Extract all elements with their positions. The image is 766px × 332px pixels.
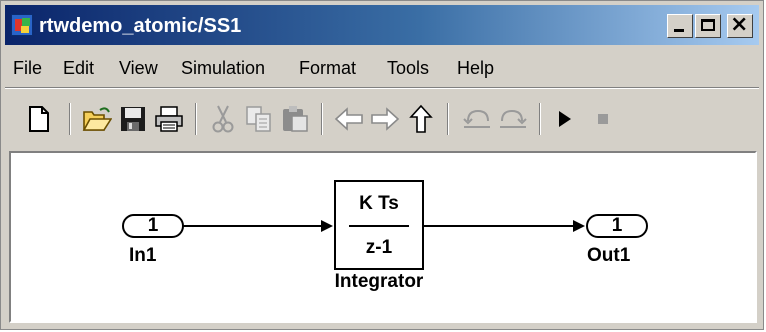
copy-icon: [246, 106, 271, 132]
paste-button[interactable]: [275, 99, 315, 139]
close-icon: ×: [730, 12, 749, 37]
menu-view[interactable]: View: [119, 57, 158, 79]
title-bar[interactable]: rtwdemo_atomic/SS1 ×: [5, 5, 759, 45]
outport-label: Out1: [587, 245, 631, 266]
menu-tools[interactable]: Tools: [387, 57, 429, 79]
integrator-label: Integrator: [334, 271, 424, 292]
copy-button[interactable]: [239, 99, 279, 139]
run-icon: [559, 111, 571, 127]
up-icon: [409, 104, 433, 133]
save-button[interactable]: [113, 99, 153, 139]
cut-icon: [212, 105, 234, 133]
toolbar: [5, 91, 759, 147]
diagram-canvas[interactable]: 1 In1 K Ts z-1 Integrator 1 Out1: [9, 151, 757, 323]
undo-icon: [463, 109, 490, 128]
undo-button[interactable]: [457, 99, 497, 139]
integrator-denominator: z-1: [365, 237, 393, 258]
inport-number: 1: [147, 215, 159, 236]
toolbar-separator: [195, 103, 197, 135]
print-icon: [155, 106, 183, 132]
toolbar-separator: [447, 103, 449, 135]
cut-button[interactable]: [203, 99, 243, 139]
menu-toolbar-divider: [5, 87, 759, 89]
back-button[interactable]: [329, 99, 369, 139]
menu-edit[interactable]: Edit: [63, 57, 94, 79]
print-button[interactable]: [149, 99, 189, 139]
minimize-icon: [674, 29, 684, 32]
paste-icon: [283, 106, 308, 132]
menu-simulation[interactable]: Simulation: [181, 57, 265, 79]
menu-bar: File Edit View Simulation Format Tools H…: [5, 47, 759, 87]
open-icon: [82, 107, 112, 131]
maximize-icon: [701, 19, 715, 31]
minimize-button[interactable]: [667, 14, 693, 38]
menu-file[interactable]: File: [13, 57, 42, 79]
app-window: rtwdemo_atomic/SS1 × File Edit View Simu…: [0, 0, 764, 330]
run-button[interactable]: [545, 99, 585, 139]
toolbar-separator: [539, 103, 541, 135]
forward-button[interactable]: [365, 99, 405, 139]
save-icon: [121, 107, 145, 131]
close-button[interactable]: ×: [727, 12, 753, 38]
forward-icon: [371, 107, 400, 131]
back-icon: [334, 107, 363, 131]
up-button[interactable]: [401, 99, 441, 139]
open-button[interactable]: [77, 99, 117, 139]
toolbar-separator: [69, 103, 71, 135]
integrator-numerator: K Ts: [359, 193, 399, 214]
redo-icon: [500, 109, 527, 128]
menu-help[interactable]: Help: [457, 57, 494, 79]
toolbar-separator: [321, 103, 323, 135]
maximize-button[interactable]: [695, 14, 721, 38]
inport-label: In1: [129, 245, 157, 266]
outport-number: 1: [611, 215, 623, 236]
window-title: rtwdemo_atomic/SS1: [39, 15, 242, 37]
new-button[interactable]: [19, 99, 59, 139]
menu-format[interactable]: Format: [299, 57, 356, 79]
new-icon: [29, 106, 49, 132]
redo-button[interactable]: [493, 99, 533, 139]
stop-icon: [598, 114, 608, 124]
stop-button[interactable]: [583, 99, 623, 139]
simulink-app-icon[interactable]: [11, 14, 33, 36]
